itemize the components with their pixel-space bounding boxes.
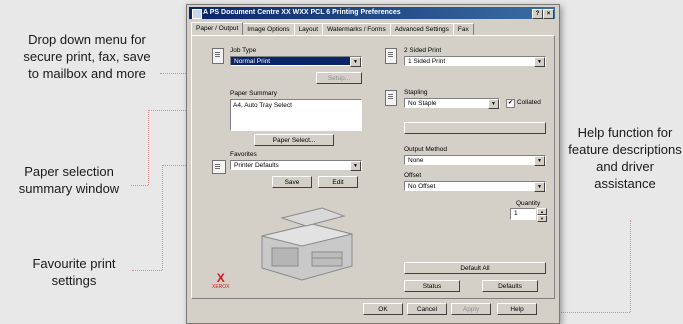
leader-line-paper-summary-tick <box>131 185 148 186</box>
printer-icon <box>192 9 202 19</box>
callout-favourite-settings: Favourite print settings <box>32 256 116 288</box>
help-title-button[interactable]: ? <box>532 9 543 19</box>
job-type-value: Normal Print <box>234 58 271 65</box>
help-button[interactable]: Help <box>497 303 537 315</box>
quantity-stepper[interactable]: ▲ ▼ <box>537 208 547 222</box>
tab-fax[interactable]: Fax <box>452 23 474 35</box>
edit-favorite-button[interactable]: Edit <box>318 176 358 188</box>
output-method-label: Output Method <box>404 146 447 153</box>
paper-select-button[interactable]: Paper Select... <box>254 134 334 146</box>
offset-dropdown[interactable]: No Offset ▼ <box>404 181 546 192</box>
printer-illustration <box>261 207 353 281</box>
close-button[interactable]: × <box>543 9 554 19</box>
job-type-label: Job Type <box>230 47 257 54</box>
leader-line-help <box>630 220 632 312</box>
apply-button[interactable]: Apply <box>451 303 491 315</box>
defaults-button[interactable]: Defaults <box>482 280 538 292</box>
printing-preferences-dialog: A PS Document Centre XX WXX PCL 6 Printi… <box>186 4 560 324</box>
paper-output-pane: Job Type Normal Print ▼ Setup... Paper S… <box>191 35 555 299</box>
favorites-icon <box>212 160 226 174</box>
callout-paper-summary: Paper selection summary window <box>18 164 120 196</box>
favorites-label: Favorites <box>230 151 257 158</box>
tab-advanced-settings[interactable]: Advanced Settings <box>389 23 454 35</box>
stapling-value: No Staple <box>408 100 437 107</box>
job-type-dropdown[interactable]: Normal Print ▼ <box>230 56 362 67</box>
xerox-logo-name: XEROX <box>212 284 230 290</box>
sided-print-value: 1 Sided Print <box>408 58 446 65</box>
sided-print-icon <box>385 48 397 64</box>
stapling-label: Stapling <box>404 89 428 96</box>
chevron-down-icon[interactable]: ▼ <box>350 161 361 171</box>
chevron-down-icon[interactable]: ▼ <box>534 156 545 166</box>
tab-strip: Paper / Output Image Options Layout Wate… <box>191 22 474 35</box>
tab-image-options[interactable]: Image Options <box>242 23 295 35</box>
stapling-icon <box>385 90 397 106</box>
paper-summary-value: A4, Auto Tray Select <box>233 102 292 109</box>
favorites-dropdown[interactable]: Printer Defaults ▼ <box>230 160 362 171</box>
chevron-down-icon[interactable]: ▼ <box>534 57 545 67</box>
chevron-down-icon[interactable]: ▼ <box>534 182 545 192</box>
stepper-up-icon[interactable]: ▲ <box>537 208 547 215</box>
leader-line-paper-summary <box>148 110 150 185</box>
favorites-value: Printer Defaults <box>234 162 279 169</box>
save-favorite-button[interactable]: Save <box>272 176 312 188</box>
quantity-label: Quantity <box>516 200 541 207</box>
quantity-field[interactable]: 1 <box>510 208 536 220</box>
chevron-down-icon[interactable]: ▼ <box>350 57 361 67</box>
xerox-logo-mark: X <box>216 271 225 285</box>
stapling-dropdown[interactable]: No Staple ▼ <box>404 98 500 109</box>
tab-paper-output[interactable]: Paper / Output <box>191 22 244 35</box>
leader-line-favourite-tick <box>132 270 162 271</box>
default-all-button[interactable]: Default All <box>404 262 546 274</box>
ok-button[interactable]: OK <box>363 303 403 315</box>
output-method-value: None <box>408 157 424 164</box>
xerox-logo: X XEROX <box>212 272 230 290</box>
sided-print-dropdown[interactable]: 1 Sided Print ▼ <box>404 56 546 67</box>
stapling-options-button[interactable] <box>404 122 546 134</box>
tab-layout[interactable]: Layout <box>293 23 324 35</box>
leader-line-favourite <box>162 165 164 270</box>
dialog-title-bar: A PS Document Centre XX WXX PCL 6 Printi… <box>189 7 555 19</box>
status-button[interactable]: Status <box>404 280 460 292</box>
stepper-down-icon[interactable]: ▼ <box>537 215 547 222</box>
collated-checkbox[interactable]: ✔ <box>506 99 515 108</box>
collated-label: Collated <box>517 99 541 106</box>
job-type-icon <box>212 48 224 64</box>
tab-watermarks-forms[interactable]: Watermarks / Forms <box>322 23 391 35</box>
dialog-title: A PS Document Centre XX WXX PCL 6 Printi… <box>203 9 401 16</box>
quantity-value: 1 <box>514 210 518 217</box>
output-method-dropdown[interactable]: None ▼ <box>404 155 546 166</box>
sided-print-label: 2 Sided Print <box>404 47 442 54</box>
paper-summary-listbox[interactable]: A4, Auto Tray Select <box>230 99 362 131</box>
offset-value: No Offset <box>408 183 436 190</box>
callout-help-function: Help function for feature descriptions a… <box>568 125 682 191</box>
cancel-button[interactable]: Cancel <box>407 303 447 315</box>
callout-dropdown-menu: Drop down menu for secure print, fax, sa… <box>23 32 151 81</box>
offset-label: Offset <box>404 172 422 179</box>
paper-summary-label: Paper Summary <box>230 90 277 97</box>
setup-button[interactable]: Setup... <box>316 72 362 84</box>
chevron-down-icon[interactable]: ▼ <box>488 99 499 109</box>
